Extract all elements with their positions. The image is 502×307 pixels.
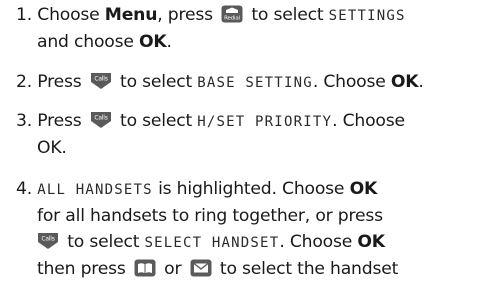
step-text: Press <box>37 111 87 131</box>
calls-key-icon: Calls <box>90 111 112 129</box>
step-number: 1. <box>16 5 32 25</box>
step-2: 2. Press Calls to select BASE SETTING. C… <box>16 69 498 96</box>
phonebook-key-icon <box>134 259 156 277</box>
step-number: 2. <box>16 72 32 92</box>
svg-text:Calls: Calls <box>41 236 54 243</box>
step-text: to select the handset <box>214 259 399 279</box>
calls-key-icon: Calls <box>90 72 112 90</box>
step-text: . <box>418 72 424 92</box>
step-text: to select <box>62 232 145 252</box>
lcd-text-base-setting: BASE SETTING <box>197 75 313 91</box>
svg-text:Calls: Calls <box>94 76 107 83</box>
menu-label: Menu <box>104 5 158 25</box>
lcd-text-all-handsets: ALL HANDSETS <box>37 182 153 198</box>
ok-label: OK <box>390 72 419 92</box>
step-text: . Choose <box>332 111 405 131</box>
step-text: to select <box>114 72 198 92</box>
step-4: 4. ALL HANDSETS is highlighted. Choose O… <box>16 176 498 282</box>
step-text: OK. <box>37 138 67 158</box>
ok-label: OK <box>138 32 167 52</box>
redial-key-icon: Redial <box>221 5 243 23</box>
step-1: 1. Choose Menu, press Redial to select S… <box>16 2 498 55</box>
step-text: Choose <box>37 5 105 25</box>
step-text: to select <box>246 5 329 25</box>
step-text: and choose <box>37 32 139 52</box>
ok-label: OK <box>357 232 385 252</box>
step-text: is highlighted. Choose <box>152 179 350 199</box>
step-number: 3. <box>16 111 32 131</box>
step-text: to select <box>114 111 198 131</box>
svg-text:Redial: Redial <box>224 16 240 22</box>
step-text: . Choose <box>312 72 391 92</box>
step-number: 4. <box>16 179 32 199</box>
envelope-key-icon <box>190 259 212 277</box>
step-text: then press <box>37 259 131 279</box>
step-text: . Choose <box>279 232 358 252</box>
step-text: for all handsets to ring together, or pr… <box>37 206 383 226</box>
step-text: Press <box>37 72 87 92</box>
step-text: , press <box>157 5 219 25</box>
lcd-text-settings: SETTINGS <box>328 8 406 24</box>
lcd-text-hset-priority: H/SET PRIORITY <box>197 114 333 130</box>
calls-key-icon: Calls <box>37 232 59 250</box>
instruction-document: 1. Choose Menu, press Redial to select S… <box>0 0 502 307</box>
step-text: or <box>158 259 187 279</box>
step-3: 3. Press Calls to select H/SET PRIORITY.… <box>16 108 498 161</box>
step-text: . <box>166 32 172 52</box>
lcd-text-select-handset: SELECT HANDSET <box>144 235 280 251</box>
svg-text:Calls: Calls <box>94 115 107 122</box>
ok-label: OK <box>349 179 378 199</box>
